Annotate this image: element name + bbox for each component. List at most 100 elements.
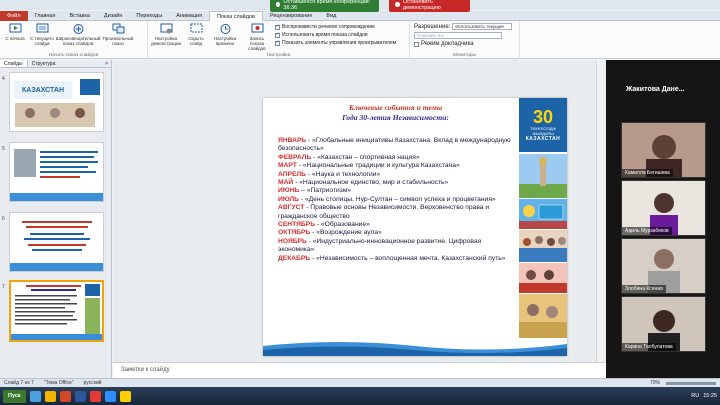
timer-clock-icon xyxy=(220,24,230,34)
media-controls-checkbox[interactable]: Показать элементы управления проигрывате… xyxy=(275,39,396,46)
stop-sharing-button[interactable]: Остановить демонстрацию xyxy=(389,0,470,12)
resolution-label: Разрешение: xyxy=(414,23,451,30)
custom-show-label: Произвольный показ xyxy=(102,36,134,46)
hide-slide-button[interactable]: Скрыть слайд xyxy=(184,23,208,52)
start-button[interactable]: Пуск xyxy=(3,389,26,403)
slide-title[interactable]: Ключевые события и темы Года 30-летия Не… xyxy=(293,103,498,123)
narration-checkbox[interactable]: Воспроизвести речевое сопровождение xyxy=(275,23,396,30)
use-timings-label: Использовать время показа слайдов xyxy=(282,32,368,38)
tab-view[interactable]: Вид xyxy=(319,11,343,21)
stop-sharing-label: Остановить демонстрацию xyxy=(402,0,441,11)
slide-counter: Слайд 7 из 7 xyxy=(4,380,34,386)
event-item: ОКТЯБРЬ - «Возрождение аула» xyxy=(278,229,518,237)
slides-panel: Слайды Структура × 4 КАЗАХСТАН 5 6 7 xyxy=(0,60,112,378)
presenter-view-label: Режим докладчика xyxy=(421,41,474,47)
tab-file[interactable]: Файл xyxy=(0,10,28,21)
slide-scrollbar[interactable] xyxy=(596,60,604,362)
ribbon-tabs: Файл Главная Вставка Дизайн Переходы Ани… xyxy=(0,10,720,21)
use-timings-checkbox[interactable]: Использовать время показа слайдов xyxy=(275,31,396,38)
tab-animation[interactable]: Анимация xyxy=(169,11,209,21)
resolution-dropdown[interactable]: Использовать текущее xyxy=(452,23,513,30)
monument-photo xyxy=(519,154,567,198)
logo-number: 30 xyxy=(532,107,554,127)
tab-insert[interactable]: Вставка xyxy=(62,11,96,21)
presenter-view-checkbox[interactable]: Режим докладчика xyxy=(414,41,516,47)
participant-tile[interactable]: Злобина Ксения xyxy=(621,238,706,294)
participant-tile[interactable]: Адиль Мурзабеков xyxy=(621,180,706,236)
event-text: - «Казахстан – спортивная нация» xyxy=(311,153,420,161)
from-current-button[interactable]: С текущего слайда xyxy=(30,23,54,52)
events-list[interactable]: ЯНВАРЬ - «Глобальные инициативы Казахста… xyxy=(278,137,518,263)
panel-close-icon[interactable]: × xyxy=(105,60,111,67)
zoom-level[interactable]: 70% xyxy=(650,380,660,386)
notes-pane[interactable]: Заметки к слайду xyxy=(113,362,606,378)
group-monitors: Разрешение: Использовать текущее Показат… xyxy=(410,21,520,59)
browser-icon[interactable] xyxy=(29,390,41,402)
custom-show-icon xyxy=(112,23,124,34)
setup-show-label: Настройка демонстрации xyxy=(150,36,182,46)
slide-number: 4 xyxy=(2,76,5,82)
hide-slide-icon xyxy=(190,23,202,33)
event-month: АВГУСТ xyxy=(278,204,305,212)
event-text: - «Возрождение аула» xyxy=(310,229,382,237)
slide-thumbnail-7[interactable] xyxy=(9,280,104,342)
tab-transitions[interactable]: Переходы xyxy=(129,11,169,21)
yandex-icon[interactable] xyxy=(119,390,131,402)
tab-slideshow[interactable]: Показ слайдов xyxy=(209,10,263,21)
event-month: ЯНВАРЬ xyxy=(278,137,307,144)
checkbox-box xyxy=(275,23,280,30)
tab-design[interactable]: Дизайн xyxy=(97,11,130,21)
slide-number: 7 xyxy=(2,284,5,290)
event-month: МАРТ xyxy=(278,162,297,170)
event-month: ОКТЯБРЬ xyxy=(278,229,311,237)
folder-icon[interactable] xyxy=(44,390,56,402)
tab-slides[interactable]: Слайды xyxy=(0,60,28,67)
status-bar: Слайд 7 из 7 "Тема Office" русский 70% xyxy=(0,378,720,387)
event-text: - «Образование» xyxy=(315,221,370,229)
event-item: МАРТ - «Национальные традиции и культура… xyxy=(278,162,518,170)
setup-show-icon xyxy=(160,23,172,34)
event-item: ИЮЛЬ - «День столицы. Нур-Султан – симво… xyxy=(278,196,518,204)
media-icon[interactable] xyxy=(89,390,101,402)
slide-thumbnail-6[interactable] xyxy=(9,212,104,272)
theme-name: "Тема Office" xyxy=(43,380,74,386)
zoom-slider[interactable] xyxy=(666,381,716,385)
participant-tile[interactable]: Карина Таобулатова xyxy=(621,296,706,352)
language-indicator[interactable]: русский xyxy=(84,380,102,386)
participant-name: Злобина Ксения xyxy=(622,285,666,293)
custom-show-button[interactable]: Произвольный показ xyxy=(102,23,134,52)
event-item: ИЮНЬ – «Патриотизм» xyxy=(278,187,518,195)
event-item: ЯНВАРЬ - «Глобальные инициативы Казахста… xyxy=(278,137,518,154)
thumbnail-7-graphic xyxy=(11,282,102,340)
independence-logo: 30 ТӘУЕЛСІЗДІК ЖЫЛДАРЫ КАЗАХСТАН xyxy=(519,98,567,152)
group-setup-label: Настройка xyxy=(266,53,291,58)
slide-number: 6 xyxy=(2,216,5,222)
word-icon[interactable] xyxy=(74,390,86,402)
tab-outline[interactable]: Структура xyxy=(28,60,60,67)
group-start-show-label: Начать показ слайдов xyxy=(48,53,99,58)
slide-thumbnail-5[interactable] xyxy=(9,142,104,202)
keyboard-language[interactable]: RU xyxy=(691,393,699,399)
flags-photo xyxy=(519,199,567,229)
ribbon: С начала С текущего слайда Широковещател… xyxy=(0,21,720,59)
zoom-app-icon[interactable] xyxy=(104,390,116,402)
harvest-photo xyxy=(519,294,567,338)
participant-tile[interactable]: Камилла Бегишева xyxy=(621,122,706,178)
tab-home[interactable]: Главная xyxy=(28,11,63,21)
slide-thumbnail-4[interactable]: КАЗАХСТАН xyxy=(9,72,104,132)
hide-slide-label: Скрыть слайд xyxy=(188,36,204,46)
rehearse-timings-button[interactable]: Настройка времени xyxy=(211,23,239,52)
broadcast-button[interactable]: Широковещательный показ слайдов xyxy=(56,23,100,52)
powerpoint-icon[interactable] xyxy=(59,390,71,402)
current-slide[interactable]: Ключевые события и темы Года 30-летия Не… xyxy=(263,98,567,356)
tab-review[interactable]: Рецензирование xyxy=(263,11,319,21)
record-show-button[interactable]: Запись показа слайдов xyxy=(242,23,272,52)
from-beginning-button[interactable]: С начала xyxy=(3,23,27,52)
event-month: СЕНТЯБРЬ xyxy=(278,221,315,229)
show-on-dropdown[interactable]: Показать на: xyxy=(414,32,502,39)
thumbnail-5-graphic xyxy=(10,143,103,201)
event-text: - «Глобальные инициативы Казахстана. Вкл… xyxy=(278,137,511,153)
setup-show-button[interactable]: Настройка демонстрации xyxy=(151,23,181,52)
slide-title-line2: Года 30-летия Независимости: xyxy=(342,113,449,122)
clock[interactable]: 15:25 xyxy=(703,393,717,399)
